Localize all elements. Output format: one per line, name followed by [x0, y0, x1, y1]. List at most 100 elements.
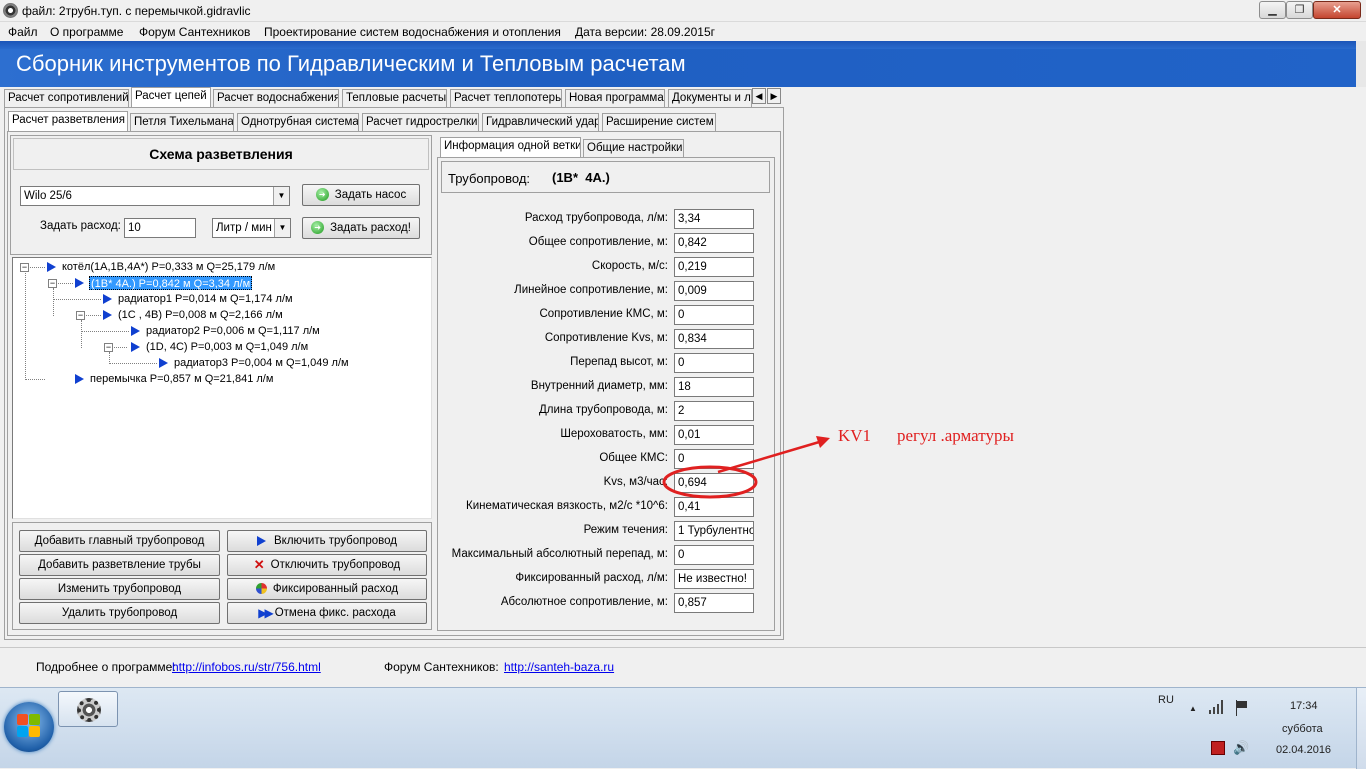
tab-new-program[interactable]: Новая программа [565, 89, 665, 107]
tabs-scroll-left-button[interactable]: ◀ [752, 88, 766, 104]
taskbar-app-button[interactable] [58, 691, 118, 727]
set-pump-button[interactable]: ➜ Задать насос [302, 184, 420, 206]
enable-pipe-button[interactable]: Включить трубопровод [227, 530, 427, 552]
menu-design[interactable]: Проектирование систем водоснабжения и от… [264, 25, 561, 39]
tree-node[interactable]: (1C , 4B) P=0,008 м Q=2,166 л/м [118, 308, 283, 322]
field-label: Перепад высот, м: [570, 356, 668, 368]
close-button[interactable]: ✕ [1313, 1, 1361, 19]
field-value[interactable]: 0 [674, 545, 754, 565]
field-label: Шероховатость, мм: [560, 428, 668, 440]
field-value[interactable]: 0,857 [674, 593, 754, 613]
clock-date[interactable]: 02.04.2016 [1276, 744, 1331, 756]
tree-node[interactable]: (1D, 4C) P=0,003 м Q=1,049 л/м [146, 340, 308, 354]
subtab-hydro-separator[interactable]: Расчет гидрострелки [362, 113, 479, 131]
show-hidden-icons-button[interactable]: ▲ [1189, 704, 1197, 713]
field-label: Линейное сопротивление, м: [514, 284, 668, 296]
tab-branch-info[interactable]: Информация одной ветки [440, 137, 581, 157]
field-label: Длина трубопровода, м: [539, 404, 668, 416]
tree-node[interactable]: радиатор3 P=0,004 м Q=1,049 л/м [174, 356, 349, 370]
field-value[interactable]: 0,842 [674, 233, 754, 253]
pipe-value: (1B* 4A.) [552, 170, 610, 185]
power-icon[interactable] [1211, 741, 1225, 755]
field-value[interactable]: 3,34 [674, 209, 754, 229]
add-main-pipe-button[interactable]: Добавить главный трубопровод [19, 530, 220, 552]
subtab-single-pipe[interactable]: Однотрубная система [237, 113, 359, 131]
tree-node[interactable]: котёл(1A,1B,4A*) P=0,333 м Q=25,179 л/м [62, 260, 275, 274]
cancel-fixed-flow-button[interactable]: ▶▶ Отмена фикс. расхода [227, 602, 427, 624]
field-value[interactable]: 2 [674, 401, 754, 421]
language-indicator[interactable]: RU [1158, 694, 1174, 706]
tree-node[interactable]: радиатор1 P=0,014 м Q=1,174 л/м [118, 292, 293, 306]
set-flow-button[interactable]: ➜ Задать расход! [302, 217, 420, 239]
play-icon [256, 535, 266, 546]
field-label: Расход трубопровода, л/м: [524, 212, 668, 224]
subtab-water-hammer[interactable]: Гидравлический удар [482, 113, 599, 131]
clock-day[interactable]: суббота [1282, 723, 1323, 735]
tab-resistance[interactable]: Расчет сопротивлений [4, 89, 129, 107]
collapse-icon[interactable]: − [76, 311, 85, 320]
field-label: Общее КМС: [599, 452, 668, 464]
tab-circuits[interactable]: Расчет цепей [131, 87, 211, 107]
tree-node[interactable]: перемычка P=0,857 м Q=21,841 л/м [90, 372, 273, 386]
blue-arrow-icon [103, 294, 112, 304]
start-button[interactable] [4, 702, 54, 752]
highlight-ellipse [662, 465, 758, 499]
tab-heat-loss[interactable]: Расчет теплопотерь [450, 89, 562, 107]
field-label: Максимальный абсолютный перепад, м: [451, 548, 668, 560]
field-value[interactable]: 18 [674, 377, 754, 397]
chevron-down-icon[interactable]: ▼ [273, 187, 289, 205]
disable-pipe-button[interactable]: ✕ Отключить трубопровод [227, 554, 427, 576]
menu-about[interactable]: О программе [50, 25, 123, 39]
annotation-arrow [717, 438, 827, 474]
minimize-button[interactable]: ▁ [1259, 1, 1286, 19]
field-value[interactable]: 0,009 [674, 281, 754, 301]
field-value[interactable]: Не известно! [674, 569, 754, 589]
pump-select[interactable]: Wilo 25/6 ▼ [20, 186, 290, 206]
annotation-overlay [662, 436, 830, 499]
unit-select[interactable]: Литр / мин ▼ [212, 218, 291, 238]
subtab-branching[interactable]: Расчет разветвления [8, 111, 128, 131]
tab-documents[interactable]: Документы и л [668, 89, 752, 107]
chevron-down-icon[interactable]: ▼ [274, 219, 290, 237]
flow-input[interactable]: 10 [124, 218, 196, 238]
gear-icon [77, 698, 101, 722]
network-icon[interactable] [1209, 700, 1225, 714]
tab-general-settings[interactable]: Общие настройки [583, 139, 684, 157]
red-x-icon: ✕ [253, 557, 265, 572]
tree-node[interactable]: радиатор2 P=0,006 м Q=1,117 л/м [146, 324, 320, 338]
collapse-icon[interactable]: − [48, 279, 57, 288]
collapse-icon[interactable]: − [104, 343, 113, 352]
blue-arrow-icon [47, 262, 56, 272]
show-desktop-button[interactable] [1356, 688, 1366, 769]
menu-file[interactable]: Файл [8, 25, 38, 39]
windows-logo-icon [17, 714, 41, 738]
subtab-expansion[interactable]: Расширение систем [602, 113, 716, 131]
field-value[interactable]: 1 Турбулентное [674, 521, 754, 541]
menu-forum[interactable]: Форум Сантехников [139, 25, 250, 39]
action-center-flag-icon[interactable] [1235, 700, 1249, 716]
add-branch-button[interactable]: Добавить разветвление трубы [19, 554, 220, 576]
field-value[interactable]: 0 [674, 353, 754, 373]
about-link[interactable]: http://infobos.ru/str/756.html [172, 660, 321, 674]
field-label: Сопротивление Kvs, м: [544, 332, 668, 344]
field-value[interactable]: 0,834 [674, 329, 754, 349]
tree-node-selected[interactable]: (1B* 4A.) P=0,842 м Q=3,34 л/м [89, 276, 253, 290]
tab-water-supply[interactable]: Расчет водоснабжения [213, 89, 339, 107]
annotation-label-kv1: KV1 [838, 426, 872, 445]
volume-icon[interactable]: 🔊 [1233, 740, 1249, 756]
forum-link[interactable]: http://santeh-baza.ru [504, 660, 614, 674]
collapse-icon[interactable]: − [20, 263, 29, 272]
scheme-title: Схема разветвления [149, 146, 293, 162]
branch-tree[interactable]: − − − − котёл(1A,1B,4A*) P=0,333 м Q=25,… [12, 257, 432, 519]
tabs-scroll-right-button[interactable]: ▶ [767, 88, 781, 104]
maximize-button[interactable]: ❐ [1286, 1, 1313, 19]
delete-pipe-button[interactable]: Удалить трубопровод [19, 602, 220, 624]
field-value[interactable]: 0,219 [674, 257, 754, 277]
edit-pipe-button[interactable]: Изменить трубопровод [19, 578, 220, 600]
tab-thermal[interactable]: Тепловые расчеты [342, 89, 447, 107]
fixed-flow-button[interactable]: Фиксированный расход [227, 578, 427, 600]
arrow-right-icon: ➜ [311, 221, 325, 235]
subtab-tichelmann[interactable]: Петля Тихельмана [130, 113, 234, 131]
field-value[interactable]: 0 [674, 305, 754, 325]
clock-time[interactable]: 17:34 [1290, 700, 1318, 712]
